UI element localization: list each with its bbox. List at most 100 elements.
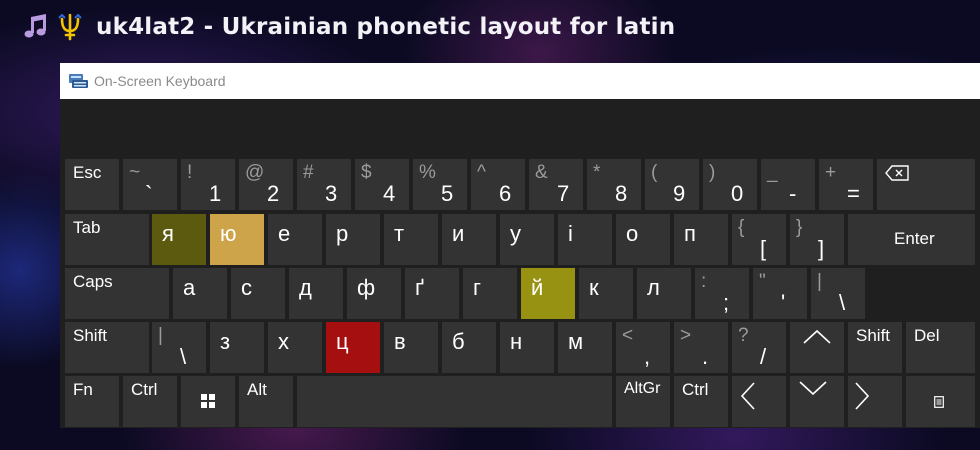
key-e[interactable]: е — [268, 214, 322, 265]
key-main-label: г — [473, 275, 482, 300]
key-caps[interactable]: Caps — [65, 268, 169, 319]
key-x[interactable]: х — [268, 322, 322, 373]
key-shift-label: ^ — [477, 162, 486, 183]
key-main-label: 8 — [615, 181, 628, 206]
key-8[interactable]: * 8 — [587, 159, 641, 210]
key-shift-right[interactable]: Shift — [848, 322, 902, 373]
key-right-bracket[interactable]: }] — [790, 214, 844, 265]
key-slash[interactable]: ? / — [732, 322, 786, 373]
key-5[interactable]: % 5 — [413, 159, 467, 210]
key-0[interactable]: ) 0 — [703, 159, 757, 210]
key-main-label: х — [278, 329, 289, 354]
key-y[interactable]: и — [442, 214, 496, 265]
key-esc[interactable]: Esc — [65, 159, 119, 210]
key-arrow-up[interactable] — [790, 322, 844, 373]
key-a[interactable]: а — [173, 268, 227, 319]
chevron-right-icon — [855, 382, 870, 410]
key-iso-backslash[interactable]: | \ — [152, 322, 206, 373]
key-backtick[interactable]: ~ ` — [123, 159, 177, 210]
key-minus[interactable]: _ - — [761, 159, 815, 210]
key-arrow-down[interactable] — [790, 376, 844, 427]
key-main-label: к — [589, 275, 599, 300]
key-2[interactable]: @2 — [239, 159, 293, 210]
key-main-label: , — [644, 344, 651, 369]
key-l[interactable]: л — [637, 268, 691, 319]
key-main-label: ю — [220, 221, 237, 246]
key-windows[interactable] — [181, 376, 235, 427]
key-q[interactable]: я — [152, 214, 206, 265]
key-main-label: з — [220, 329, 231, 354]
key-t[interactable]: т — [384, 214, 438, 265]
key-v[interactable]: в — [384, 322, 438, 373]
key-main-label: у — [510, 221, 521, 246]
key-fn[interactable]: Fn — [65, 376, 119, 427]
key-arrow-left[interactable] — [732, 376, 786, 427]
key-comma[interactable]: <, — [616, 322, 670, 373]
key-main-label: е — [278, 221, 291, 246]
key-shift-label: > — [680, 325, 692, 346]
key-n[interactable]: н — [500, 322, 554, 373]
key-shift-label: < — [622, 325, 634, 346]
key-alt[interactable]: Alt — [239, 376, 293, 427]
key-c[interactable]: ц — [326, 322, 380, 373]
key-b[interactable]: б — [442, 322, 496, 373]
key-f[interactable]: ф — [347, 268, 401, 319]
key-i[interactable]: і — [558, 214, 612, 265]
key-6[interactable]: ^ 6 — [471, 159, 525, 210]
key-del[interactable]: Del — [906, 322, 975, 373]
key-z[interactable]: з — [210, 322, 264, 373]
music-note-icon — [24, 14, 46, 38]
key-w[interactable]: ю — [210, 214, 264, 265]
key-p[interactable]: п — [674, 214, 728, 265]
key-r[interactable]: р — [326, 214, 380, 265]
key-shift-label: $ — [361, 162, 372, 183]
key-d[interactable]: д — [289, 268, 343, 319]
key-k[interactable]: к — [579, 268, 633, 319]
key-main-label: с — [241, 275, 252, 300]
key-shift-label: & — [535, 162, 548, 183]
key-j[interactable]: й — [521, 268, 575, 319]
key-menu[interactable] — [906, 376, 975, 427]
key-semicolon[interactable]: :; — [695, 268, 749, 319]
key-shift-label: } — [796, 217, 803, 238]
key-label: Esc — [73, 163, 102, 182]
window-titlebar[interactable]: On-Screen Keyboard — [60, 63, 980, 99]
key-label: Shift — [73, 326, 108, 345]
key-altgr[interactable]: AltGr — [616, 376, 670, 427]
key-s[interactable]: с — [231, 268, 285, 319]
key-9[interactable]: (9 — [645, 159, 699, 210]
key-backslash[interactable]: | \ — [811, 268, 865, 319]
key-tab[interactable]: Tab — [65, 214, 149, 265]
key-ctrl-left[interactable]: Ctrl — [123, 376, 177, 427]
key-3[interactable]: #3 — [297, 159, 351, 210]
key-ctrl-right[interactable]: Ctrl — [674, 376, 728, 427]
key-main-label: б — [452, 329, 465, 354]
key-left-bracket[interactable]: {[ — [732, 214, 786, 265]
key-quote[interactable]: " ' — [753, 268, 807, 319]
key-shift-label: % — [419, 162, 436, 183]
key-4[interactable]: $4 — [355, 159, 409, 210]
key-1[interactable]: ! 1 — [181, 159, 235, 210]
key-period[interactable]: >. — [674, 322, 728, 373]
key-space[interactable] — [297, 376, 612, 427]
key-enter[interactable]: Enter — [848, 214, 975, 265]
on-screen-keyboard-window: On-Screen Keyboard Esc ~ ` ! 1 @2 #3 $4 % 5… — [60, 63, 980, 428]
key-u[interactable]: у — [500, 214, 554, 265]
key-main-label: о — [626, 221, 639, 246]
key-h[interactable]: г — [463, 268, 517, 319]
key-7[interactable]: & 7 — [529, 159, 583, 210]
key-main-label: \ — [180, 344, 187, 369]
key-g[interactable]: ґ — [405, 268, 459, 319]
key-arrow-right[interactable] — [848, 376, 902, 427]
key-equals[interactable]: + = — [819, 159, 873, 210]
key-m[interactable]: м — [558, 322, 612, 373]
key-main-label: і — [568, 221, 573, 246]
page-title: uk4lat2 - Ukrainian phonetic layout for … — [96, 14, 676, 40]
key-shift-label: | — [817, 271, 822, 292]
key-main-label: 4 — [383, 181, 396, 206]
key-o[interactable]: о — [616, 214, 670, 265]
key-backspace[interactable] — [877, 159, 975, 210]
key-main-label: \ — [839, 290, 846, 315]
key-shift-label: * — [593, 162, 601, 183]
key-shift-left[interactable]: Shift — [65, 322, 149, 373]
